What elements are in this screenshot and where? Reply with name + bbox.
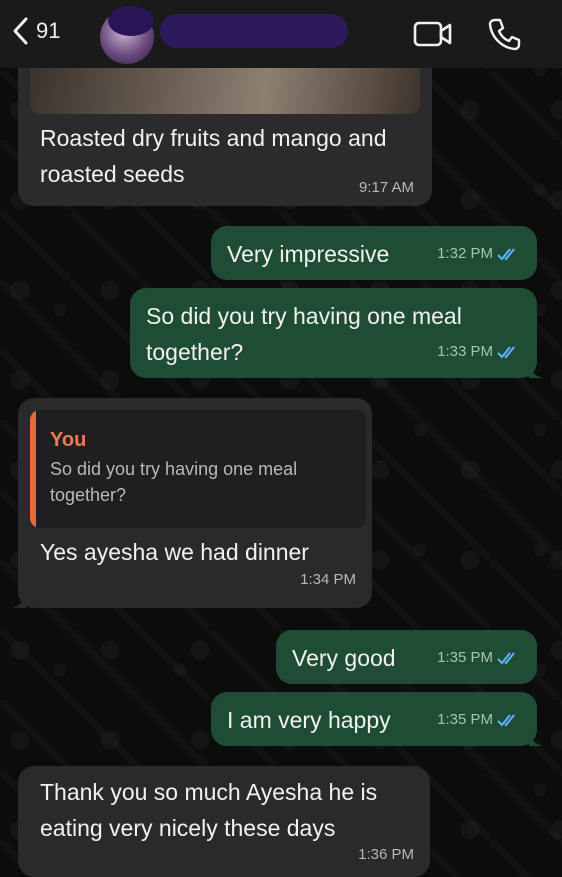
message-time: 1:35 PM	[437, 649, 493, 666]
message-time: 1:34 PM	[300, 571, 356, 588]
double-check-icon	[497, 652, 515, 665]
message-bubble-incoming[interactable]: Thank you so much Ayesha he is eating ve…	[18, 766, 430, 877]
message-meta: 1:36 PM	[358, 837, 414, 873]
message-text: Roasted dry fruits and mango and roasted…	[40, 125, 387, 187]
message-meta: 1:35 PM	[437, 702, 521, 738]
quoted-reply[interactable]: You So did you try having one meal toget…	[30, 410, 366, 528]
message-text: Very good	[292, 645, 396, 671]
video-call-icon[interactable]	[412, 16, 454, 52]
message-bubble-outgoing[interactable]: I am very happy 1:35 PM	[211, 692, 543, 746]
quote-text: So did you try having one meal together?	[50, 459, 298, 505]
message-time: 9:17 AM	[358, 179, 414, 196]
message-bubble-incoming[interactable]: You So did you try having one meal toget…	[12, 398, 372, 608]
bubble-tail	[529, 730, 543, 746]
message-time: 1:32 PM	[437, 245, 493, 262]
bubble-tail	[12, 592, 26, 608]
message-text: Very impressive	[227, 241, 390, 267]
message-time: 1:33 PM	[437, 343, 493, 360]
back-button[interactable]: 91	[10, 16, 60, 46]
message-meta: 1:32 PM	[437, 236, 521, 272]
phone-call-icon[interactable]	[486, 16, 522, 52]
message-time: 1:35 PM	[437, 711, 493, 728]
message-text: Thank you so much Ayesha he is eating ve…	[40, 779, 378, 841]
double-check-icon	[497, 248, 515, 261]
quote-accent-bar	[30, 410, 36, 528]
unread-count: 91	[36, 18, 61, 43]
message-meta: 1:34 PM	[300, 562, 356, 598]
contact-name-redacted[interactable]	[160, 14, 348, 48]
quote-author: You	[50, 429, 87, 451]
message-text: Yes ayesha we had dinner	[40, 539, 309, 565]
chat-header: 91	[0, 0, 562, 68]
back-chevron-icon	[13, 17, 28, 45]
double-check-icon	[497, 346, 515, 359]
message-bubble-outgoing[interactable]: Very impressive 1:32 PM	[211, 226, 537, 280]
message-photo[interactable]	[30, 68, 420, 114]
double-check-icon	[497, 714, 515, 727]
message-meta: 1:35 PM	[437, 640, 521, 676]
redaction-mark	[108, 6, 154, 36]
message-bubble-outgoing[interactable]: Very good 1:35 PM	[276, 630, 537, 684]
message-text: I am very happy	[227, 707, 391, 733]
bubble-tail	[529, 362, 543, 378]
message-time: 1:36 PM	[358, 846, 414, 863]
message-meta: 1:33 PM	[437, 334, 521, 370]
message-bubble-incoming[interactable]: Roasted dry fruits and mango and roasted…	[18, 68, 432, 206]
message-bubble-outgoing[interactable]: So did you try having one meal together?…	[130, 288, 543, 378]
